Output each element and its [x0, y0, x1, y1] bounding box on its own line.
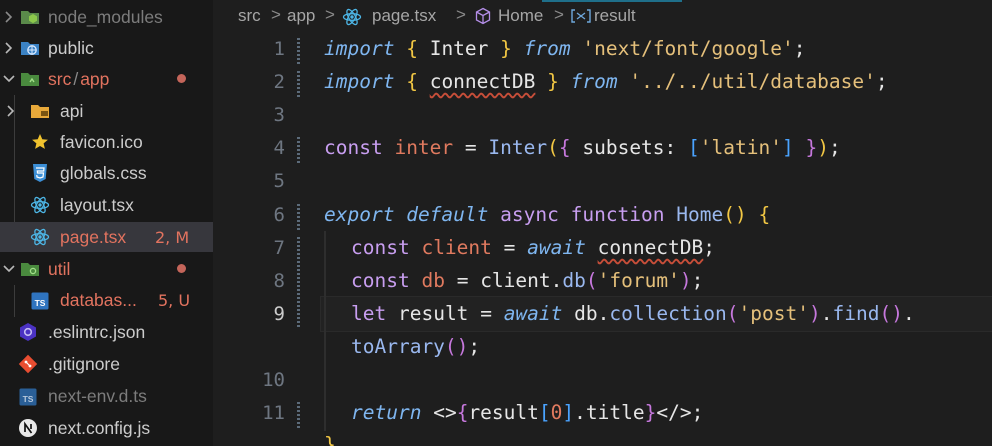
git-change-marker	[297, 137, 300, 163]
tree-item-src-app[interactable]: src / app	[0, 64, 213, 94]
git-change-marker	[297, 38, 300, 64]
line-number-current: 9	[273, 303, 285, 325]
tree-item-gitignore[interactable]: .gitignore	[0, 349, 213, 379]
variable-icon	[571, 9, 591, 23]
tree-item-label: .gitignore	[48, 353, 120, 374]
code-line-12[interactable]: }	[324, 428, 336, 446]
chevron-down-icon	[3, 265, 15, 273]
line-number: 4	[273, 137, 285, 159]
tree-item-label: favicon.ico	[60, 131, 143, 152]
react-icon	[30, 227, 50, 247]
line-number: 11	[262, 402, 285, 424]
tree-item-public[interactable]: public	[0, 33, 213, 63]
git-change-marker	[297, 204, 300, 230]
tree-item-database-ts[interactable]: TS databas... 5, U	[0, 285, 213, 315]
code-line-1[interactable]: import { Inter } from 'next/font/google'…	[324, 32, 805, 65]
tree-item-label: page.tsx	[60, 226, 127, 247]
chevron-down-icon	[3, 75, 15, 83]
folder-globe-icon	[20, 38, 40, 58]
line-number: 7	[273, 237, 285, 259]
react-icon	[342, 8, 362, 26]
tree-item-page-tsx[interactable]: page.tsx 2, M	[0, 222, 213, 252]
tree-item-label: public	[48, 37, 94, 58]
line-number: 3	[273, 104, 285, 126]
star-icon	[30, 132, 50, 152]
chevron-right-icon	[5, 42, 13, 54]
line-number: 8	[273, 270, 285, 292]
tree-item-label: databas...	[60, 289, 137, 310]
tree-item-label: src / app	[48, 68, 110, 89]
git-icon	[18, 354, 38, 374]
ts-icon: TS	[30, 291, 50, 311]
tree-item-next-config[interactable]: next.config.js	[0, 413, 213, 443]
tree-item-label: util	[48, 258, 71, 279]
css-icon	[30, 163, 50, 183]
vscode-window: node_modules public src / app api favico…	[0, 0, 992, 446]
explorer-sidebar: node_modules public src / app api favico…	[0, 0, 213, 446]
tree-item-label: layout.tsx	[60, 194, 134, 215]
line-number: 2	[273, 71, 285, 93]
code-line-4[interactable]: const inter = Inter({ subsets: ['latin']…	[324, 131, 841, 164]
code-editor[interactable]: src > app > page.tsx > Home > result 1 2…	[213, 0, 992, 446]
tree-item-util[interactable]: util	[0, 254, 213, 284]
cube-icon	[475, 7, 491, 25]
line-number: 1	[273, 38, 285, 60]
line-number: 5	[273, 170, 285, 192]
folder-api-icon	[30, 101, 50, 121]
next-icon	[18, 418, 38, 438]
tree-item-node-modules[interactable]: node_modules	[0, 2, 213, 32]
modified-dot	[177, 74, 186, 83]
breadcrumb-item-src[interactable]: src	[238, 6, 261, 26]
git-change-marker	[297, 71, 300, 97]
tree-item-label: node_modules	[48, 6, 163, 27]
line-number: 10	[262, 369, 285, 391]
line-number: 6	[273, 204, 285, 226]
code-line-9[interactable]: let result = await db.collection('post')…	[351, 297, 915, 330]
tree-item-eslintrc[interactable]: .eslintrc.json	[0, 317, 213, 347]
tree-item-layout-tsx[interactable]: layout.tsx	[0, 190, 213, 220]
eslint-icon	[18, 322, 38, 342]
tree-item-label: next.config.js	[48, 417, 151, 438]
git-change-marker	[297, 402, 300, 428]
git-status-badge: 2, M	[155, 228, 190, 247]
tree-item-label: .eslintrc.json	[48, 321, 146, 342]
tree-item-label: next-env.d.ts	[48, 385, 147, 406]
folder-src-icon	[20, 69, 40, 89]
modified-dot	[177, 264, 186, 273]
svg-text:TS: TS	[23, 394, 34, 404]
breadcrumb-separator: >	[325, 5, 335, 24]
breadcrumb-item-result[interactable]: result	[594, 6, 636, 26]
chevron-right-icon	[7, 105, 15, 117]
breadcrumb: src > app > page.tsx > Home > result	[213, 0, 992, 32]
indent-guide	[324, 231, 326, 431]
tree-item-api[interactable]: api	[0, 96, 213, 126]
git-change-marker	[297, 237, 300, 327]
tree-item-favicon[interactable]: favicon.ico	[0, 127, 213, 157]
git-status-badge: 5, U	[158, 291, 191, 310]
code-line-8[interactable]: const db = client.db('forum');	[351, 264, 703, 297]
svg-text:TS: TS	[35, 298, 46, 308]
breadcrumb-item-app[interactable]: app	[287, 6, 315, 26]
breadcrumb-separator: >	[271, 5, 281, 24]
folder-node-icon	[20, 7, 40, 27]
breadcrumb-item-page-tsx[interactable]: page.tsx	[372, 6, 436, 26]
code-line-6[interactable]: export default async function Home() {	[324, 198, 770, 231]
tree-item-label: api	[60, 100, 84, 121]
folder-util-icon	[20, 259, 40, 279]
code-line-2[interactable]: import { connectDB } from '../../util/da…	[324, 65, 888, 98]
breadcrumb-separator: >	[456, 5, 466, 24]
breadcrumb-item-home[interactable]: Home	[498, 6, 543, 26]
breadcrumb-separator: >	[554, 5, 564, 24]
tree-item-next-env[interactable]: TS next-env.d.ts	[0, 381, 213, 411]
tree-item-globals-css[interactable]: globals.css	[0, 158, 213, 188]
chevron-right-icon	[5, 11, 13, 23]
ts-icon: TS	[18, 387, 38, 407]
react-icon	[30, 195, 50, 215]
code-line-7[interactable]: const client = await connectDB;	[351, 231, 715, 264]
code-line-9-wrap[interactable]: toArrary();	[351, 330, 480, 363]
code-line-11[interactable]: return <>{result[0].title}</>;	[351, 396, 703, 429]
tree-item-label: globals.css	[60, 162, 147, 183]
